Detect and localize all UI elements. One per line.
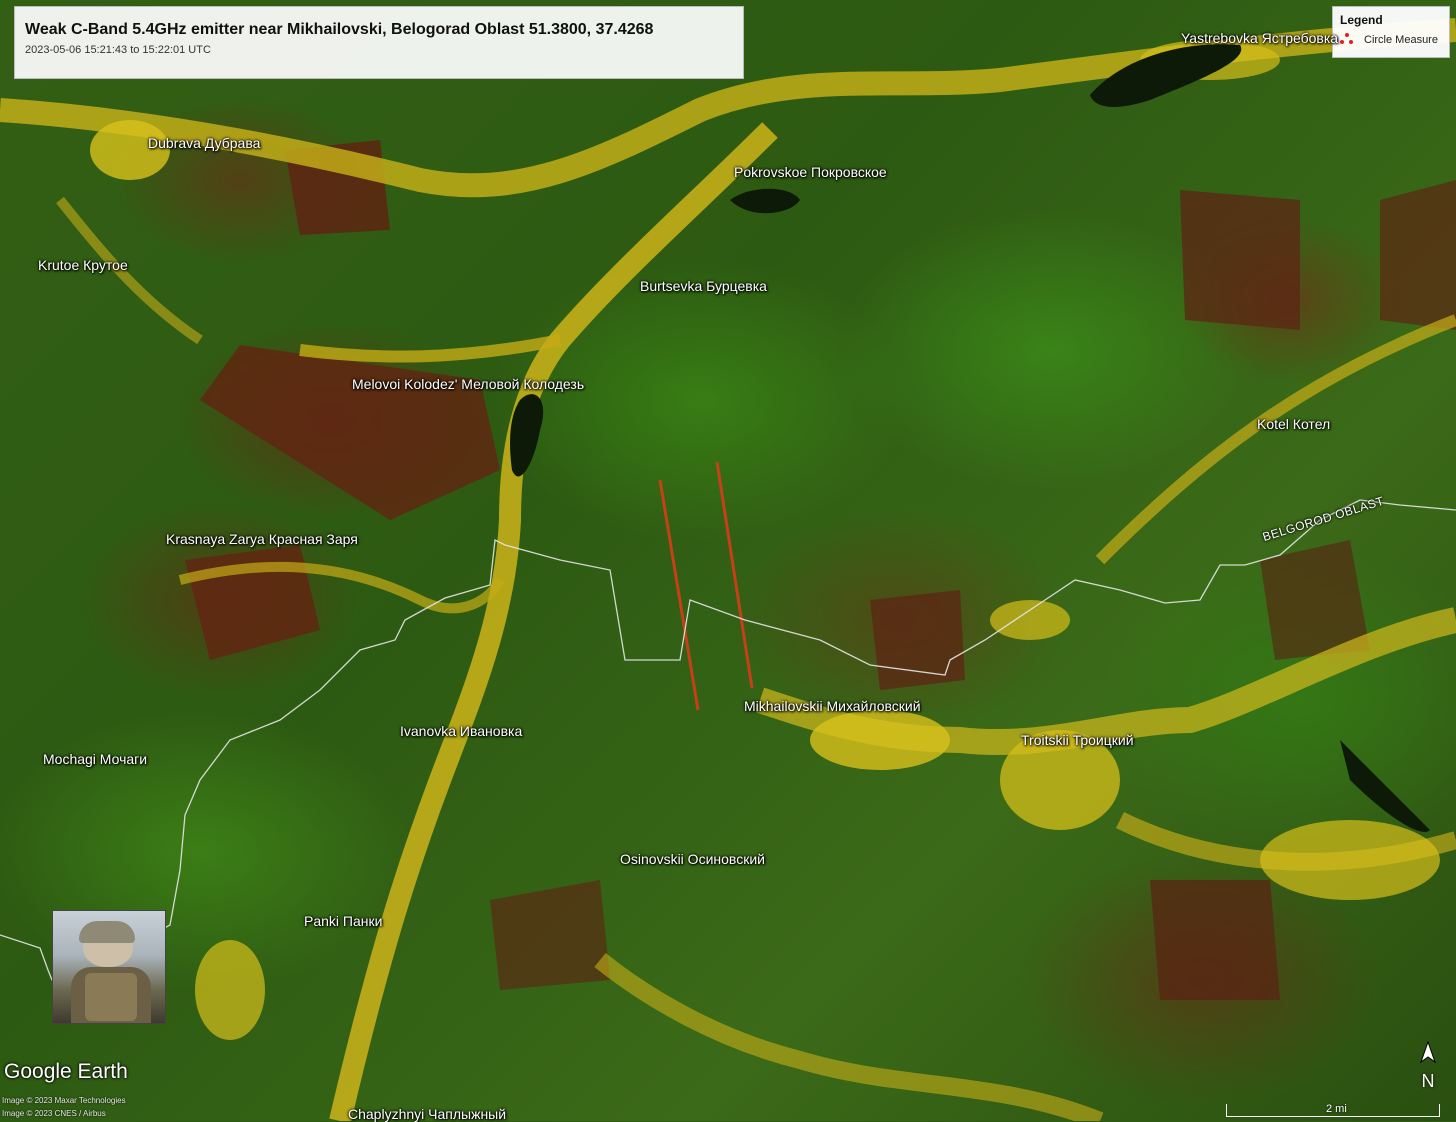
yellow-patch <box>990 600 1070 640</box>
north-arrow-icon[interactable]: N <box>1414 1040 1442 1091</box>
brown-field <box>1380 180 1456 330</box>
reservoir <box>1340 740 1430 832</box>
map-title: Weak C-Band 5.4GHz emitter near Mikhailo… <box>25 21 654 38</box>
credit-line: Image © 2023 CNES / Airbus <box>2 1109 106 1118</box>
place-label[interactable]: Chaplyzhnyi Чаплыжный <box>348 1106 506 1122</box>
place-label[interactable]: Krasnaya Zarya Красная Заря <box>166 531 358 547</box>
place-label[interactable]: Panki Панки <box>304 913 382 929</box>
place-label[interactable]: Kotel Котел <box>1257 416 1330 432</box>
place-label[interactable]: Dubrava Дубрава <box>148 135 260 151</box>
satellite-map[interactable] <box>0 0 1456 1121</box>
brown-field <box>1180 190 1300 330</box>
place-label[interactable]: Melovoi Kolodez' Меловой Колодезь <box>352 376 584 392</box>
legend-title: Legend <box>1340 13 1383 27</box>
brown-field <box>200 345 500 520</box>
brown-field <box>1150 880 1280 1000</box>
legend-item[interactable]: Circle Measure <box>1340 33 1449 47</box>
circle-measure-icon <box>1340 33 1354 47</box>
author-avatar <box>52 910 166 1024</box>
scale-label: 2 mi <box>1326 1103 1347 1115</box>
legend-panel: Legend Circle Measure <box>1332 6 1450 58</box>
yellow-patch <box>195 940 265 1040</box>
brown-field <box>490 880 610 990</box>
map-overlay <box>0 18 1456 1121</box>
place-label[interactable]: Krutoe Крутое <box>38 257 128 273</box>
legend-item-label: Circle Measure <box>1364 34 1438 46</box>
yellow-patch <box>810 710 950 770</box>
place-label[interactable]: Mochagi Мочаги <box>43 751 147 767</box>
place-label[interactable]: Osinovskii Осиновский <box>620 851 765 867</box>
google-earth-logo: Google Earth <box>4 1060 128 1083</box>
arrow-up-icon <box>1420 1040 1436 1064</box>
place-label[interactable]: Pokrovskoe Покровское <box>734 164 887 180</box>
river-corridor <box>299 334 562 363</box>
place-label[interactable]: Burtsevka Бурцевка <box>640 278 767 294</box>
reservoir <box>730 188 800 214</box>
river-corridor <box>594 952 1104 1121</box>
imagery-credits: Image © 2023 Maxar Technologies Image © … <box>2 1094 126 1120</box>
place-label[interactable]: Yastrebovka Ястребовка <box>1181 30 1338 46</box>
river-corridor <box>1095 314 1456 565</box>
title-panel: Weak C-Band 5.4GHz emitter near Mikhailo… <box>14 6 744 79</box>
brown-field <box>185 545 320 660</box>
brown-field <box>870 590 965 690</box>
map-subtitle: 2023-05-06 15:21:43 to 15:22:01 UTC <box>25 44 211 56</box>
yellow-patch <box>1260 820 1440 900</box>
place-label[interactable]: Troitskii Троицкий <box>1021 732 1134 748</box>
credit-line: Image © 2023 Maxar Technologies <box>2 1096 126 1105</box>
emitter-streak <box>715 461 754 689</box>
north-label: N <box>1421 1071 1435 1091</box>
place-label[interactable]: Ivanovka Ивановка <box>400 723 522 739</box>
place-label[interactable]: Mikhailovskii Михайловский <box>744 698 921 714</box>
emitter-streak <box>658 479 700 711</box>
